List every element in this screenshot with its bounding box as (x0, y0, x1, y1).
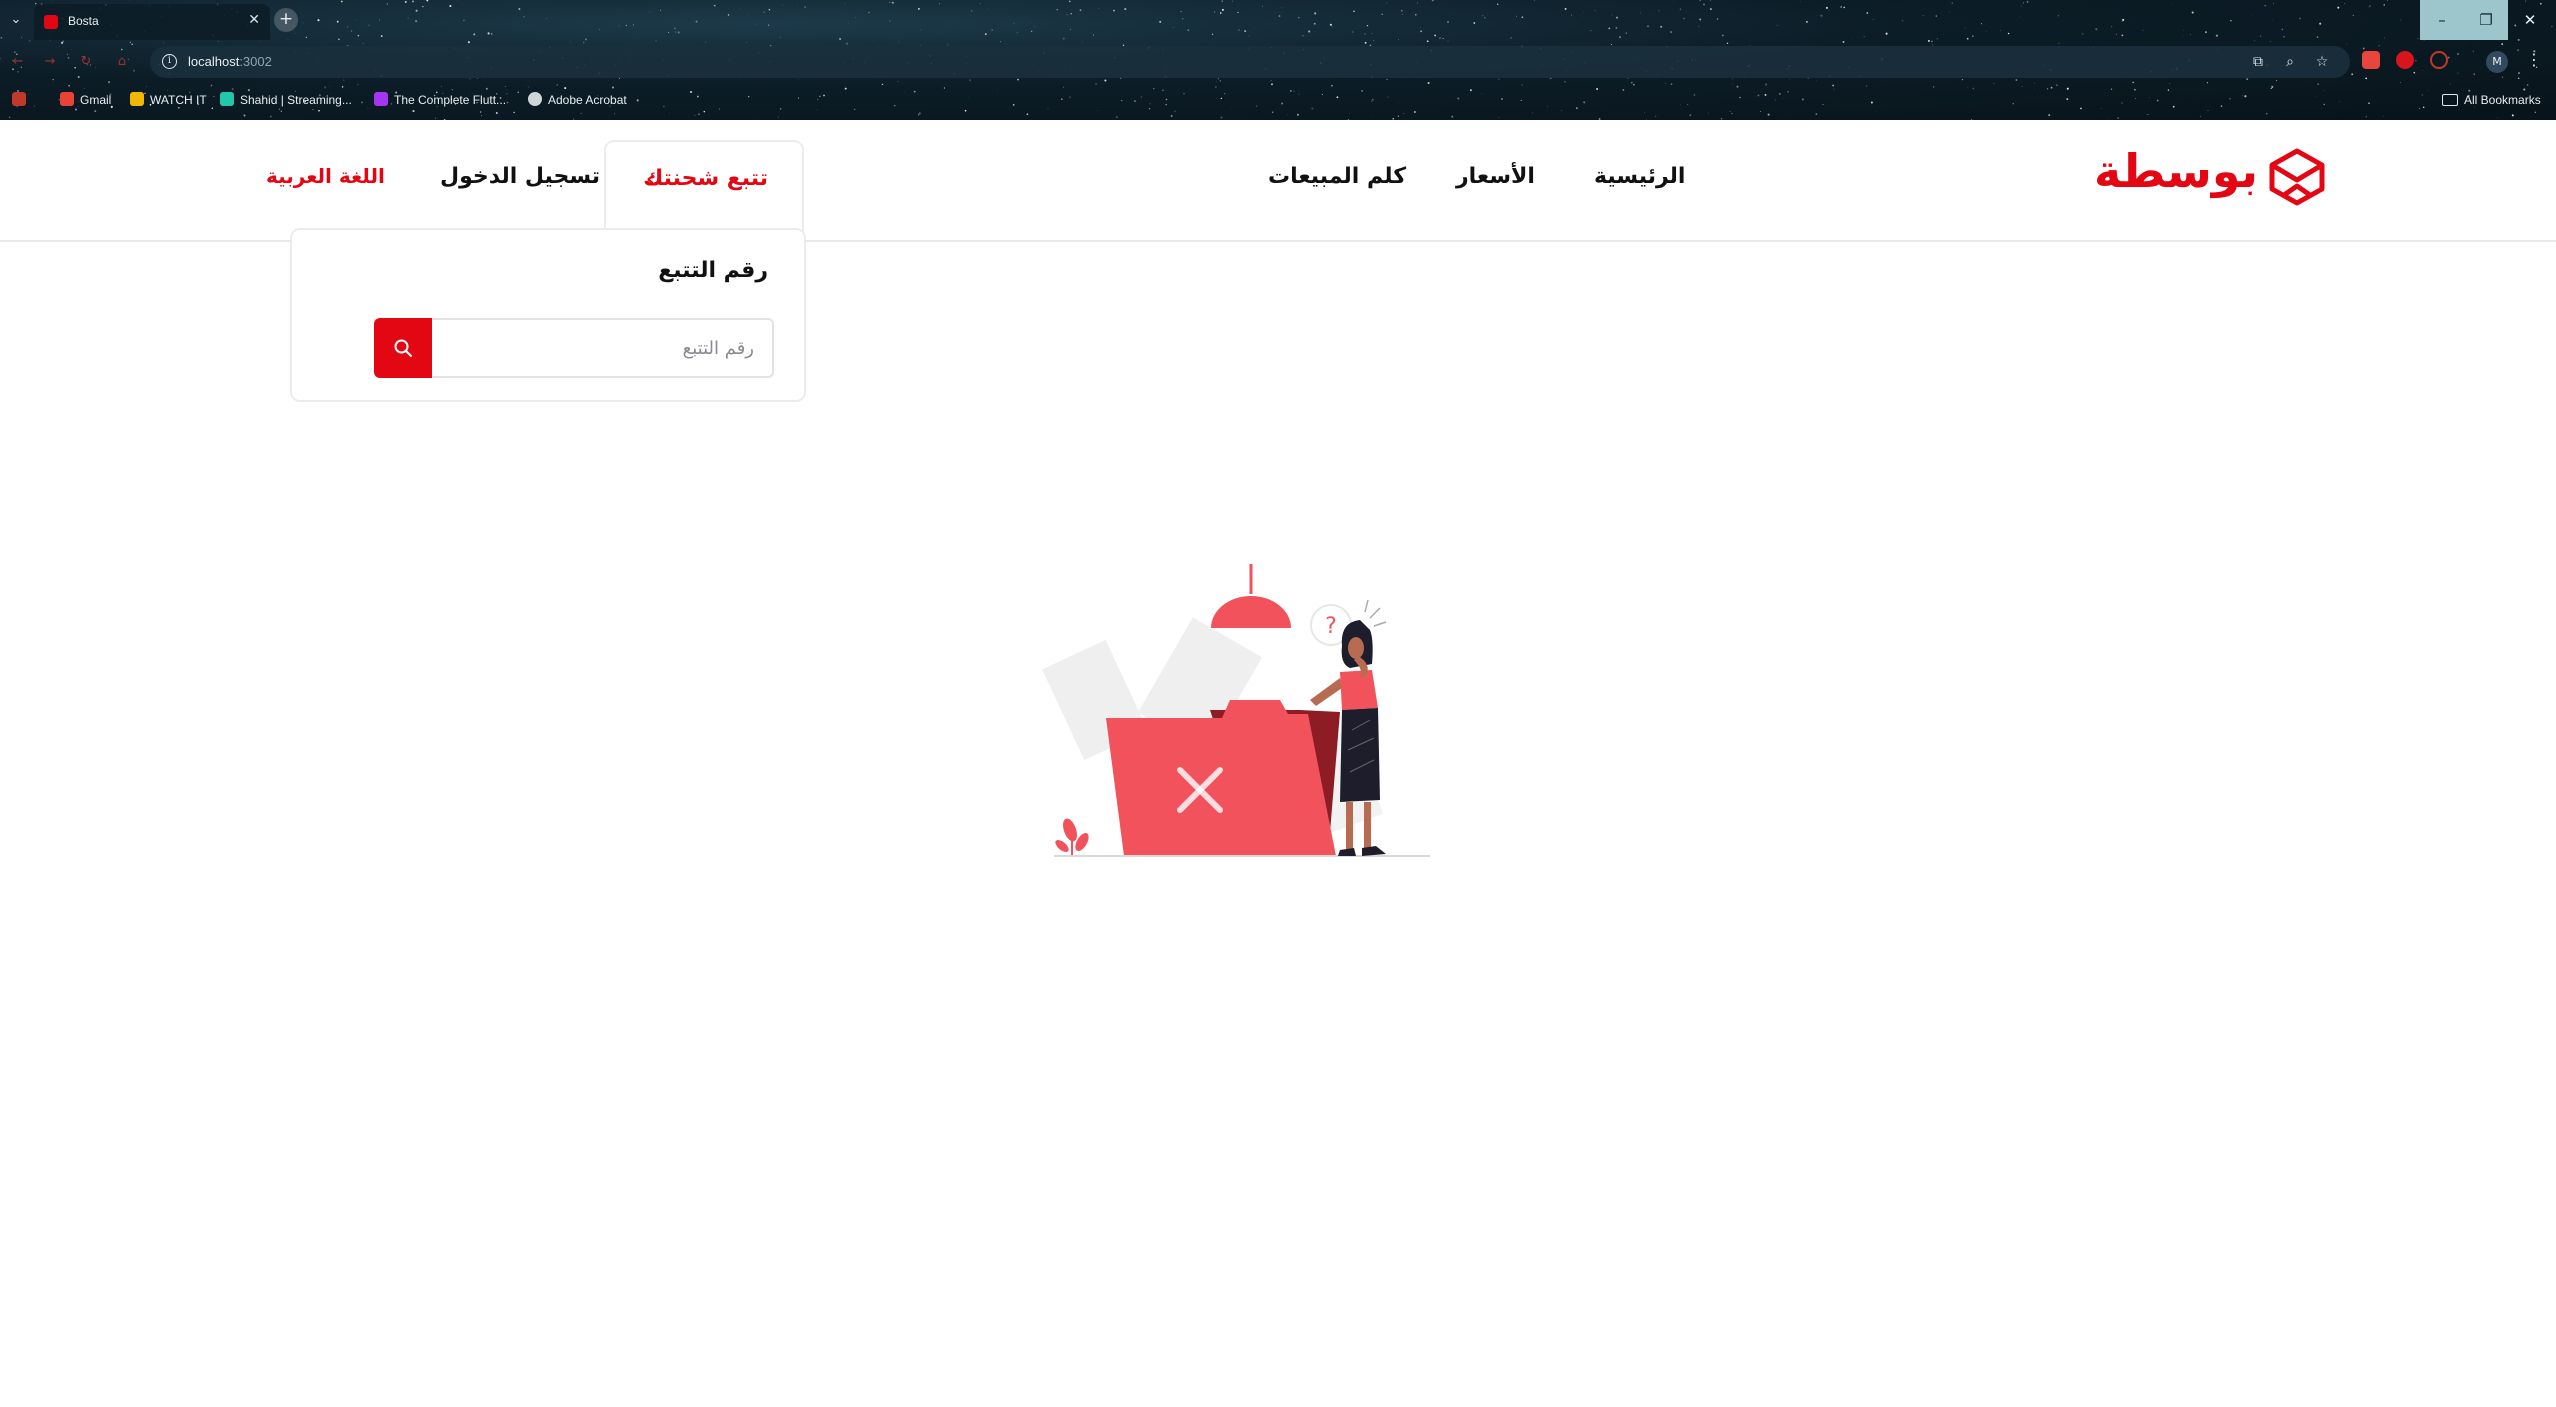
browser-tab-active[interactable]: Bosta ✕ (34, 4, 270, 40)
bookmark-adobe-acrobat[interactable]: Adobe Acrobat (528, 91, 627, 109)
gmail-icon (60, 92, 74, 106)
address-url[interactable]: localhost:3002 (188, 54, 272, 69)
browser-menu-icon[interactable]: ⋮ (2526, 50, 2542, 69)
shahid-icon (220, 92, 234, 106)
bookmark-watchit[interactable]: WATCH IT (130, 91, 207, 109)
profile-avatar[interactable]: M (2486, 51, 2508, 73)
all-bookmarks[interactable]: All Bookmarks (2442, 91, 2541, 109)
new-tab-button[interactable]: + (274, 8, 298, 32)
folder-icon (2442, 94, 2458, 106)
tab-bar: ⌄ Bosta ✕ + – ❐ ✕ (0, 0, 2556, 40)
browser-toolbar: ← → ↻ ⌂ i localhost:3002 ⧉ ⌕ ☆ M ⋮ (0, 44, 2556, 80)
globe-icon (528, 92, 542, 106)
search-icon (394, 339, 412, 357)
tracking-search-button[interactable] (374, 318, 432, 378)
plant-illustration (1055, 818, 1089, 856)
bookmark-star-icon[interactable]: ☆ (2312, 52, 2332, 72)
forward-icon[interactable]: → (40, 52, 60, 72)
track-shipment-label: تتبع شحنتك (643, 166, 768, 191)
bookmarks-bar: Gmail WATCH IT Shahid | Streaming... The… (0, 86, 2556, 114)
home-icon[interactable]: ⌂ (112, 52, 132, 72)
apps-grid-icon[interactable] (12, 91, 26, 109)
bookmark-flutter-course[interactable]: The Complete Flutt... (374, 91, 506, 109)
extensions-puzzle-icon[interactable] (2430, 51, 2448, 69)
logo-wordmark: بوسطة (2093, 144, 2258, 198)
tracking-dropdown: رقم التتبع (290, 228, 806, 402)
watchit-icon (130, 92, 144, 106)
tab-search-chevron-icon[interactable]: ⌄ (6, 8, 26, 32)
tab-title: Bosta (68, 14, 99, 28)
reload-icon[interactable]: ↻ (76, 52, 96, 72)
nav-pricing[interactable]: الأسعار (1456, 164, 1535, 189)
back-icon[interactable]: ← (8, 52, 28, 72)
bookmark-shahid[interactable]: Shahid | Streaming... (220, 91, 352, 109)
minimize-window-button[interactable]: – (2420, 0, 2464, 40)
close-tab-icon[interactable]: ✕ (248, 12, 260, 28)
language-switcher[interactable]: اللغة العربية (266, 164, 385, 188)
zoom-icon[interactable]: ⌕ (2280, 52, 2300, 72)
tracking-number-input[interactable] (432, 318, 774, 378)
extension-1-icon[interactable] (2362, 51, 2380, 69)
close-window-button[interactable]: ✕ (2508, 0, 2552, 40)
tracking-number-heading: رقم التتبع (658, 258, 768, 283)
nav-home[interactable]: الرئيسية (1594, 164, 1685, 189)
bosta-logo[interactable]: بوسطة (2093, 142, 2330, 214)
bosta-box-logo-icon (2269, 148, 2325, 206)
site-header: بوسطة الرئيسية الأسعار كلم المبيعات ‹ تت… (0, 120, 2556, 242)
restore-window-button[interactable]: ❐ (2464, 0, 2508, 40)
address-bar[interactable]: i localhost:3002 ⧉ ⌕ ☆ (150, 46, 2350, 78)
folder-illustration (1106, 700, 1336, 856)
extension-2-icon[interactable] (2396, 51, 2414, 69)
install-app-icon[interactable]: ⧉ (2248, 52, 2268, 72)
nav-talk-to-sales[interactable]: كلم المبيعات (1268, 164, 1406, 189)
bosta-favicon-icon (44, 15, 58, 29)
hanging-lamp-illustration (1211, 564, 1291, 628)
nav-login[interactable]: تسجيل الدخول (440, 164, 600, 189)
udemy-icon (374, 92, 388, 106)
empty-folder-illustration: ? (1042, 564, 1430, 857)
site-info-icon[interactable]: i (162, 54, 177, 69)
svg-text:?: ? (1325, 614, 1337, 639)
bookmark-gmail[interactable]: Gmail (60, 91, 111, 109)
browser-chrome: ⌄ Bosta ✕ + – ❐ ✕ ← → ↻ ⌂ i localhost:30… (0, 0, 2556, 120)
nav-track-shipment[interactable]: ‹ تتبع شحنتك (604, 140, 804, 242)
